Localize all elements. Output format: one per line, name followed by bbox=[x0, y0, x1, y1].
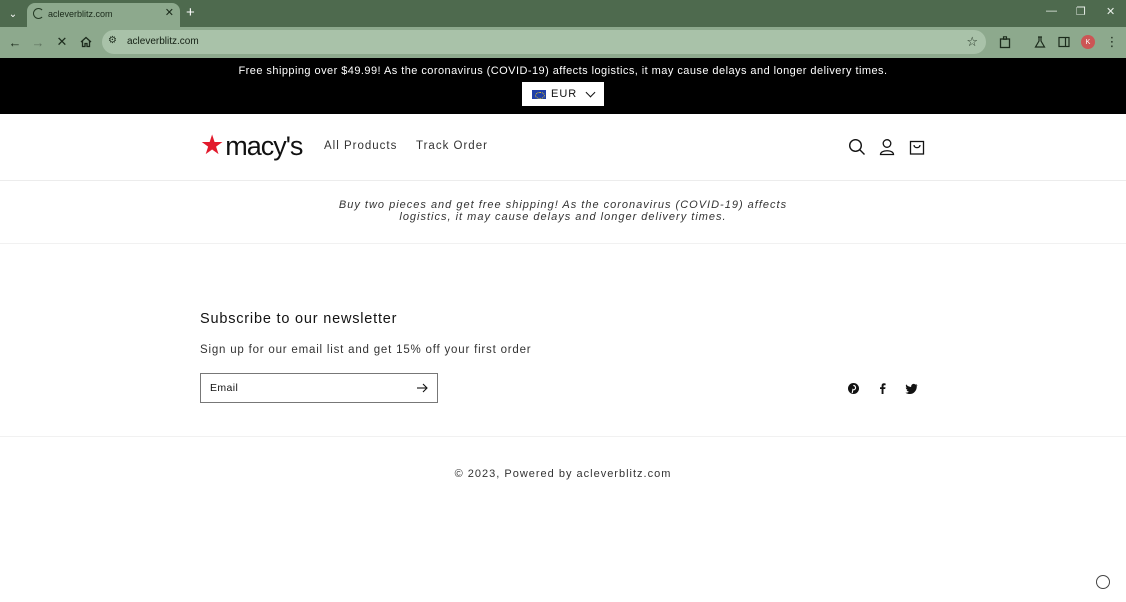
twitter-icon[interactable] bbox=[905, 382, 918, 395]
tab-list-chevron-icon[interactable]: ⌄ bbox=[4, 5, 22, 23]
browser-toolbar: ← → ✕ ⚙ acleverblitz.com ☆ ⋮ bbox=[0, 27, 1126, 58]
announcement-bar: Free shipping over $49.99! As the corona… bbox=[0, 58, 1126, 114]
copyright-text: © 2023, Powered by acleverblitz.com bbox=[454, 468, 672, 480]
loading-spinner-icon bbox=[33, 8, 44, 19]
newsletter-subtitle: Sign up for our email list and get 15% o… bbox=[200, 344, 532, 356]
side-panel-icon[interactable] bbox=[1056, 34, 1072, 50]
newsletter-form bbox=[200, 373, 438, 403]
forward-arrow-icon[interactable]: → bbox=[30, 34, 46, 50]
minimize-icon[interactable]: — bbox=[1046, 5, 1057, 17]
pinterest-icon[interactable] bbox=[847, 382, 860, 395]
logo-star-icon: ★ bbox=[200, 130, 225, 160]
announcement-text: Free shipping over $49.99! As the corona… bbox=[238, 65, 888, 77]
facebook-icon[interactable] bbox=[876, 382, 889, 395]
new-tab-plus-icon[interactable]: + bbox=[186, 4, 195, 21]
cart-bag-icon[interactable] bbox=[908, 138, 926, 156]
promo-banner: Buy two pieces and get free shipping! As… bbox=[0, 181, 1126, 244]
nav-track-order[interactable]: Track Order bbox=[416, 140, 488, 152]
profile-avatar[interactable]: K bbox=[1081, 35, 1095, 49]
site-settings-icon[interactable]: ⚙ bbox=[108, 35, 117, 46]
restore-icon[interactable]: ❐ bbox=[1076, 5, 1086, 18]
subscribe-arrow-icon[interactable] bbox=[416, 382, 428, 394]
currency-code: EUR bbox=[551, 88, 578, 100]
newsletter-title: Subscribe to our newsletter bbox=[200, 311, 398, 327]
tab-title: acleverblitz.com bbox=[48, 9, 113, 19]
home-icon[interactable] bbox=[78, 34, 94, 50]
site-header: ★ macy's All Products Track Order bbox=[0, 114, 1126, 181]
promo-text: Buy two pieces and get free shipping! As… bbox=[338, 199, 788, 223]
chat-widget-icon[interactable] bbox=[1096, 575, 1110, 589]
window-close-icon[interactable]: ✕ bbox=[1106, 5, 1115, 18]
eu-flag-icon bbox=[532, 89, 546, 99]
browser-menu-kebab-icon[interactable]: ⋮ bbox=[1104, 34, 1120, 50]
chevron-down-icon bbox=[585, 87, 596, 97]
footer-divider bbox=[0, 436, 1126, 437]
labs-flask-icon[interactable] bbox=[1032, 34, 1048, 50]
browser-tab[interactable]: acleverblitz.com ✕ bbox=[27, 3, 180, 27]
tab-close-icon[interactable]: ✕ bbox=[165, 6, 174, 19]
stop-loading-icon[interactable]: ✕ bbox=[54, 34, 70, 50]
email-input[interactable] bbox=[201, 374, 401, 402]
nav-all-products[interactable]: All Products bbox=[324, 140, 397, 152]
store-logo[interactable]: ★ macy's bbox=[200, 130, 303, 161]
account-user-icon[interactable] bbox=[878, 138, 896, 156]
extensions-icon[interactable] bbox=[997, 34, 1013, 50]
search-icon[interactable] bbox=[848, 138, 866, 156]
address-url[interactable]: acleverblitz.com bbox=[127, 36, 199, 47]
address-bar[interactable]: ⚙ acleverblitz.com ☆ bbox=[102, 30, 986, 54]
back-arrow-icon[interactable]: ← bbox=[7, 34, 23, 50]
currency-selector[interactable]: EUR bbox=[522, 82, 604, 106]
bookmark-star-icon[interactable]: ☆ bbox=[966, 34, 978, 50]
browser-tab-bar: ⌄ acleverblitz.com ✕ + — ❐ ✕ bbox=[0, 0, 1126, 27]
logo-wordmark: macy's bbox=[225, 131, 303, 161]
